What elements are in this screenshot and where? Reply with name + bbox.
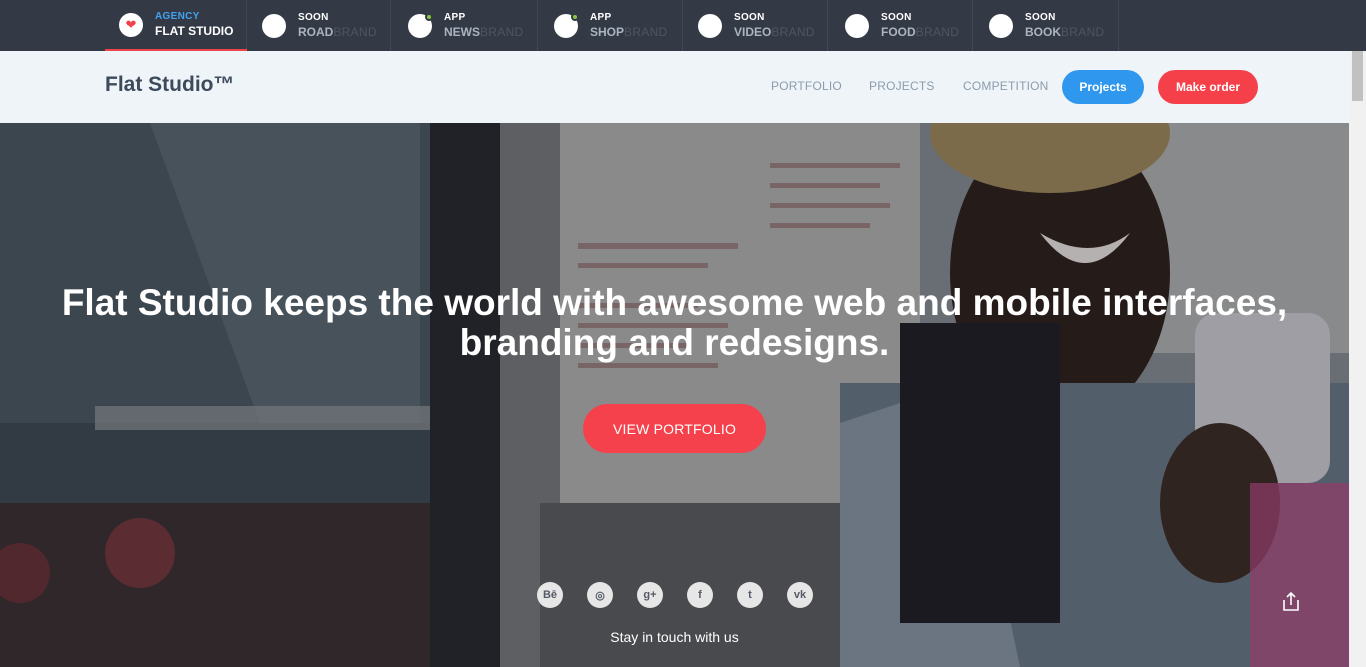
brand-logo-circle xyxy=(845,13,869,38)
brand-tab-food[interactable]: SOON FOODBRAND xyxy=(831,0,973,51)
brand-name: NEWS xyxy=(444,24,480,39)
brand-status: SOON xyxy=(881,11,912,23)
hero-headline-line-2: branding and redesigns. xyxy=(459,322,890,363)
brand-status: APP xyxy=(590,11,612,23)
page-scrollbar[interactable] xyxy=(1349,51,1366,667)
brand-logo-circle: ❤ xyxy=(119,12,143,37)
brand-status: SOON xyxy=(1025,11,1056,23)
site-header: Flat Studio™ PORTFOLIO PROJECTS COMPETIT… xyxy=(0,51,1349,123)
brand-suffix: BRAND xyxy=(915,24,960,39)
brand-suffix: BRAND xyxy=(480,24,524,39)
nav-portfolio[interactable]: PORTFOLIO xyxy=(771,79,842,93)
brand-tab-news[interactable]: APP NEWSBRAND xyxy=(394,0,538,51)
hero-headline-line-1: Flat Studio keeps the world with awesome… xyxy=(61,282,1288,323)
brand-suffix: BRAND xyxy=(1061,24,1105,39)
brand-tab-road[interactable]: SOON ROADBRAND xyxy=(248,0,391,51)
brand-name: FOOD xyxy=(881,24,916,39)
behance-icon[interactable]: Bē xyxy=(537,582,563,608)
brand-logo-circle xyxy=(554,12,579,38)
brand-switcher-bar: ❤ AGENCY FLAT STUDIO SOON ROADBRAND APP … xyxy=(0,0,1366,51)
view-portfolio-button[interactable]: VIEW PORTFOLIO xyxy=(583,404,766,453)
nav-projects[interactable]: PROJECTS xyxy=(869,79,935,93)
online-dot-icon xyxy=(425,12,433,21)
brand-suffix: BRAND xyxy=(333,24,377,39)
brand-status: SOON xyxy=(298,11,329,23)
brand-suffix: BRAND xyxy=(771,24,815,39)
brand-name: VIDEO xyxy=(734,24,772,39)
nav-competition[interactable]: COMPETITION xyxy=(963,79,1049,93)
vk-icon[interactable]: vk xyxy=(787,582,813,608)
hero-section: Flat Studio keeps the world with awesome… xyxy=(0,123,1349,667)
brand-logo-circle xyxy=(698,13,722,38)
brand-logo-circle xyxy=(262,13,286,38)
brand-suffix: BRAND xyxy=(624,24,668,39)
google-plus-icon[interactable]: g+ xyxy=(637,582,663,608)
site-logo[interactable]: Flat Studio™ xyxy=(105,73,235,97)
brand-status: AGENCY xyxy=(155,10,200,22)
hero-headline: Flat Studio keeps the world with awesome… xyxy=(0,283,1349,363)
stay-in-touch-text: Stay in touch with us xyxy=(610,629,739,645)
brand-tab-shop[interactable]: APP SHOPBRAND xyxy=(540,0,683,51)
facebook-icon[interactable]: f xyxy=(687,582,713,608)
brand-tab-book[interactable]: SOON BOOKBRAND xyxy=(975,0,1119,51)
make-order-button[interactable]: Make order xyxy=(1158,70,1258,104)
brand-name: FLAT STUDIO xyxy=(155,23,234,38)
brand-name: ROAD xyxy=(298,24,334,39)
projects-button[interactable]: Projects xyxy=(1062,70,1144,104)
brand-name: BOOK xyxy=(1025,24,1061,39)
brand-status: SOON xyxy=(734,11,765,23)
scrollbar-thumb[interactable] xyxy=(1352,51,1363,101)
brand-logo-circle xyxy=(989,13,1013,38)
online-dot-icon xyxy=(571,12,579,21)
heart-icon: ❤ xyxy=(125,17,137,32)
brand-tab-video[interactable]: SOON VIDEOBRAND xyxy=(684,0,828,51)
hero-overlay xyxy=(0,123,1349,667)
twitter-icon[interactable]: t xyxy=(737,582,763,608)
brand-tab-flat-studio[interactable]: ❤ AGENCY FLAT STUDIO xyxy=(105,0,247,51)
brand-logo-circle xyxy=(408,12,433,38)
share-icon[interactable] xyxy=(1280,591,1302,613)
brand-status: APP xyxy=(444,11,466,23)
dribbble-icon[interactable]: ◎ xyxy=(587,582,613,608)
brand-name: SHOP xyxy=(590,24,625,39)
